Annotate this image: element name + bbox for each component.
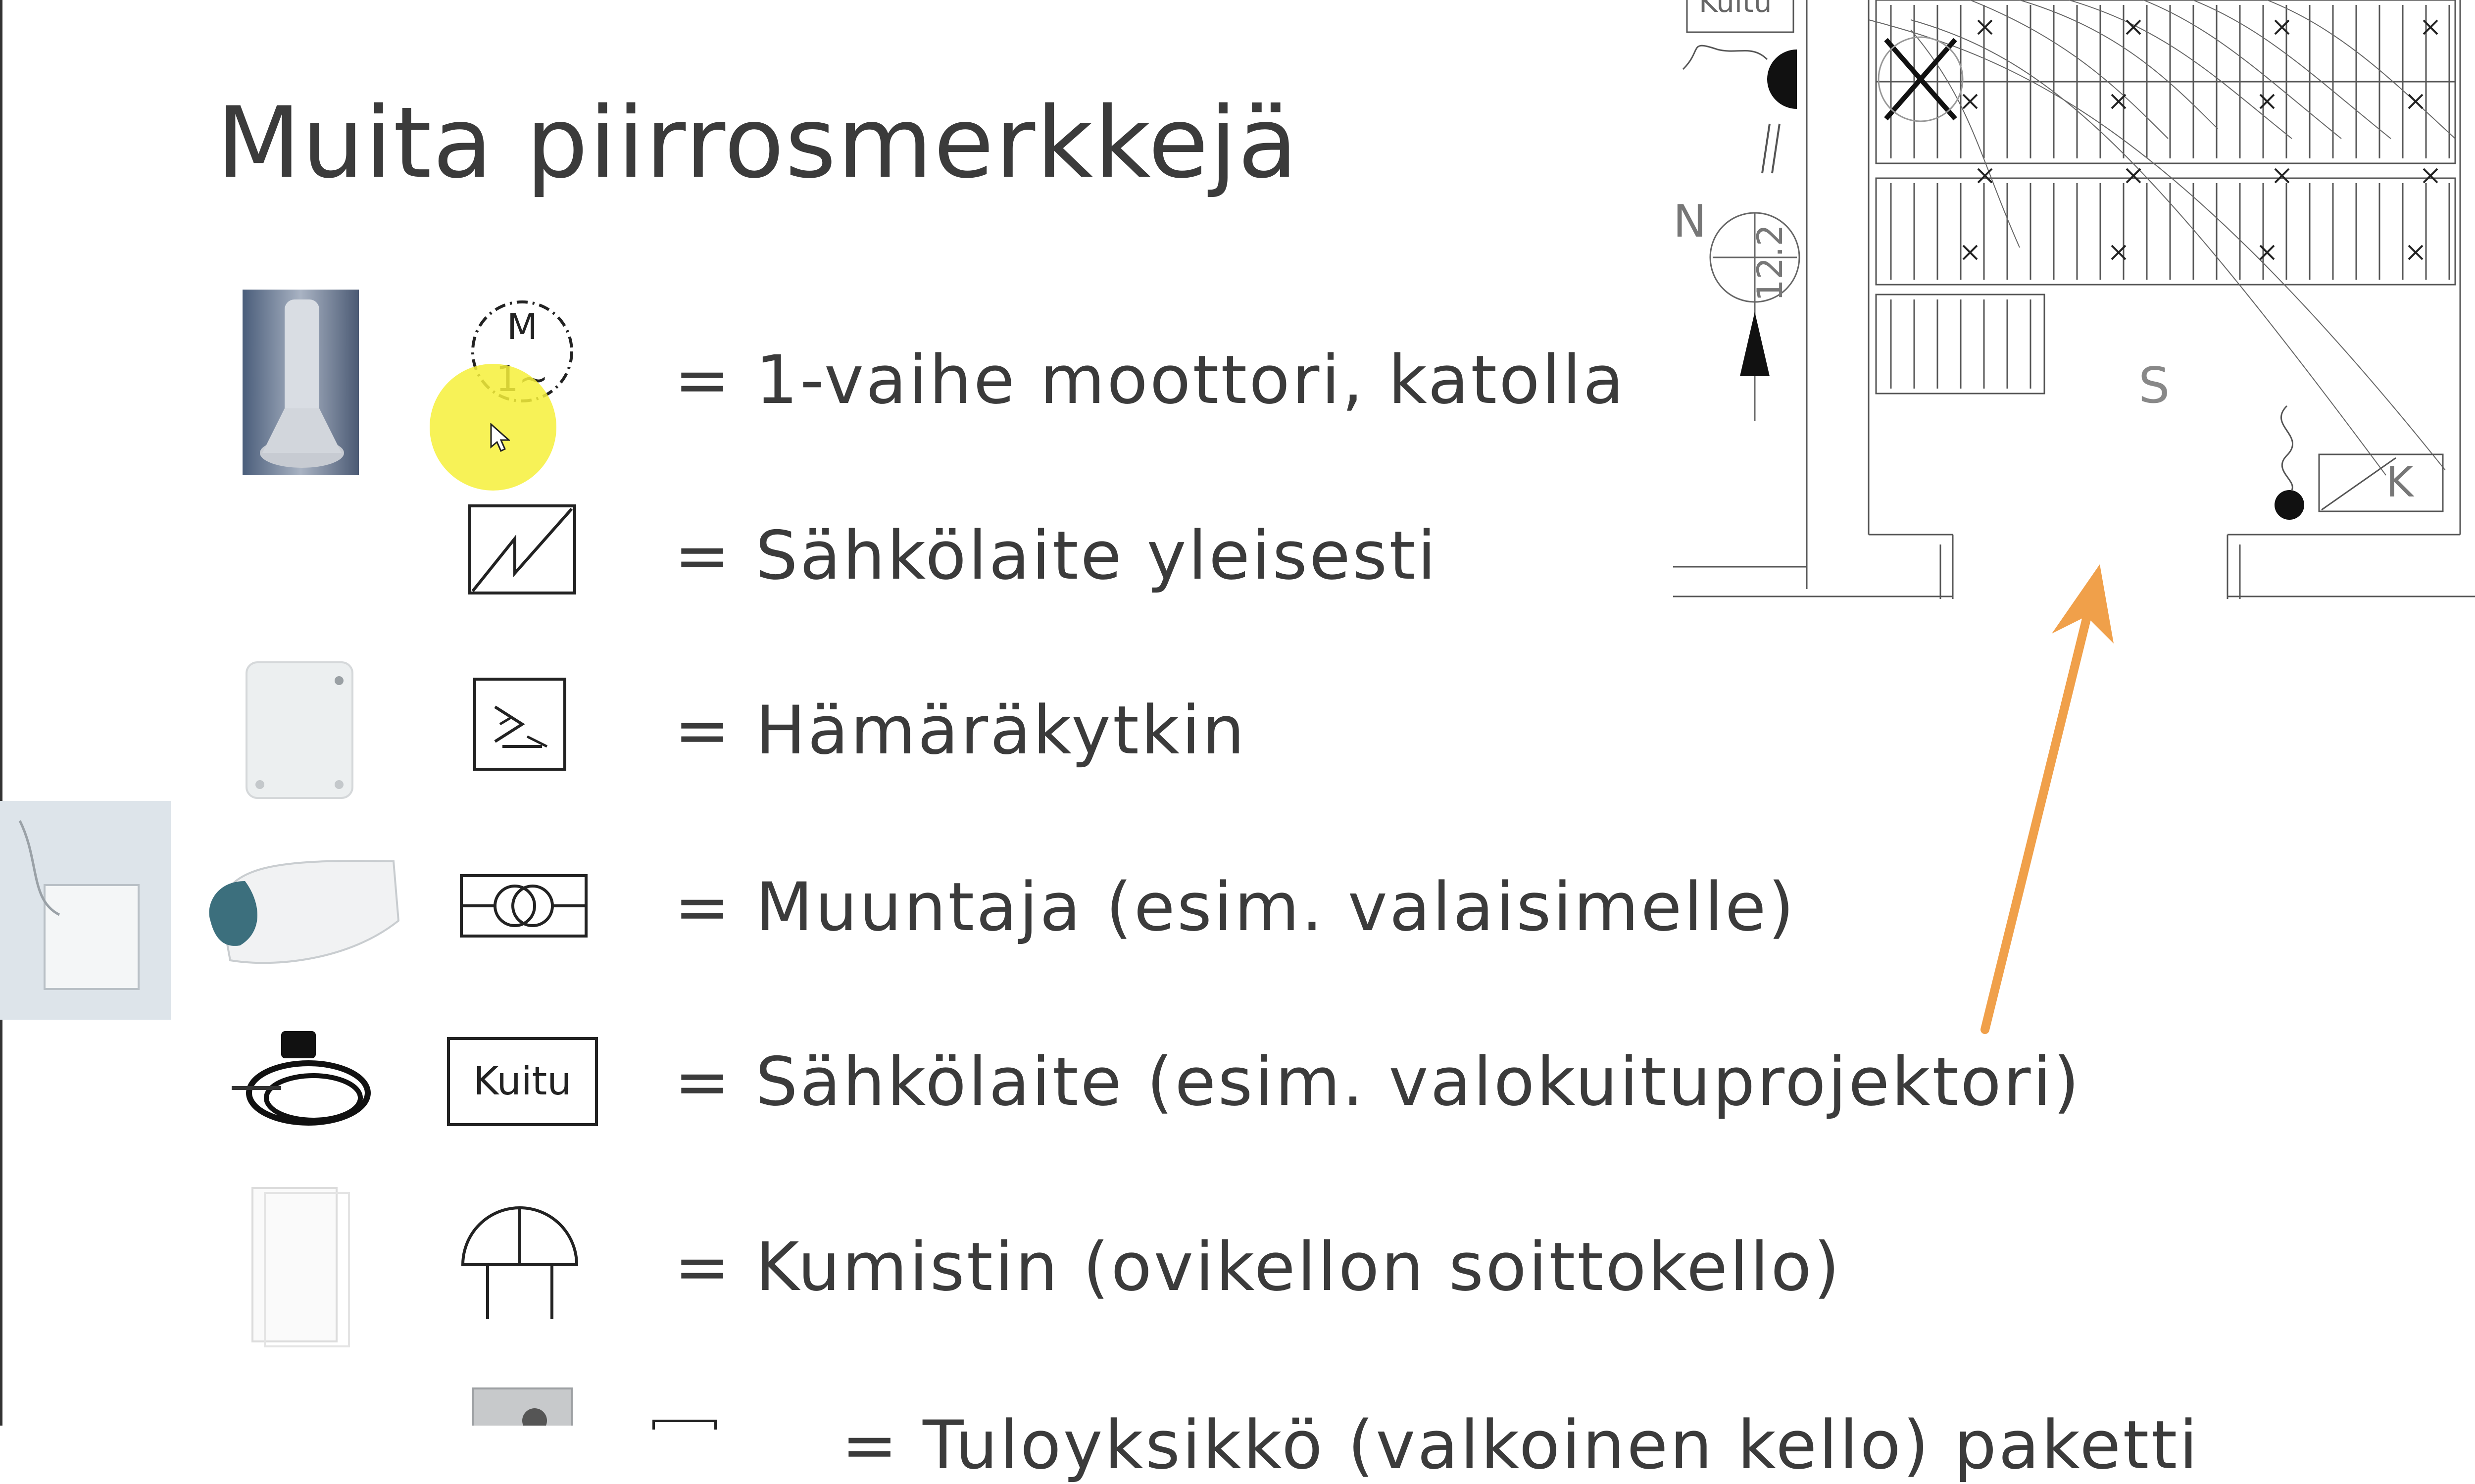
legend-text-partial: = Tuloyksikkö (valkoinen kello) paketti [842, 1406, 2200, 1484]
floorplan-drawing: Kuitu N 12.2 S K [1673, 0, 2475, 614]
legend-text-generic-device: = Sähkölaite yleisesti [674, 517, 1438, 594]
floorplan-label-kuitu: Kuitu [1699, 0, 1772, 19]
floorplan-label-n: N [1673, 196, 1707, 247]
fiber-device-symbol: Kuitu [447, 1037, 598, 1126]
mouse-pointer-icon [490, 423, 510, 453]
generic-device-symbol [468, 504, 577, 595]
partial-symbol [652, 1420, 717, 1430]
floorplan-label-k: K [2386, 458, 2414, 507]
legend-text-twilight-switch: = Hämäräkytkin [674, 692, 1247, 769]
motor-symbol-m: M [507, 306, 538, 347]
transformer-symbol [459, 874, 588, 938]
roof-motor-photo [243, 290, 359, 475]
transformer-photo [200, 846, 401, 970]
left-border [0, 0, 2, 1426]
twilight-switch-photo [243, 658, 356, 802]
twilight-switch-symbol [473, 677, 567, 771]
legend-text-transformer: = Muuntaja (esim. valaisimelle) [674, 868, 1796, 946]
transformer-box-photo [0, 801, 171, 1020]
slide-title: Muita piirrosmerkkejä [216, 86, 1299, 200]
legend-text-motor: = 1-vaihe moottori, katolla [674, 341, 1626, 419]
pointer-arrow [1955, 549, 2128, 1039]
legend-text-fiber-device: = Sähkölaite (esim. valokuituprojektori) [674, 1043, 2081, 1121]
chime-symbol [458, 1200, 582, 1322]
fiber-device-symbol-label: Kuitu [473, 1059, 572, 1104]
floorplan-label-s: S [2138, 356, 2170, 414]
legend-text-chime: = Kumistin (ovikellon soittokello) [674, 1228, 1842, 1306]
floorplan-label-number: 12.2 [1749, 224, 1790, 301]
chime-photo [250, 1186, 351, 1349]
fiber-projector-photo [222, 1024, 375, 1138]
partial-device-photo [470, 1386, 574, 1426]
